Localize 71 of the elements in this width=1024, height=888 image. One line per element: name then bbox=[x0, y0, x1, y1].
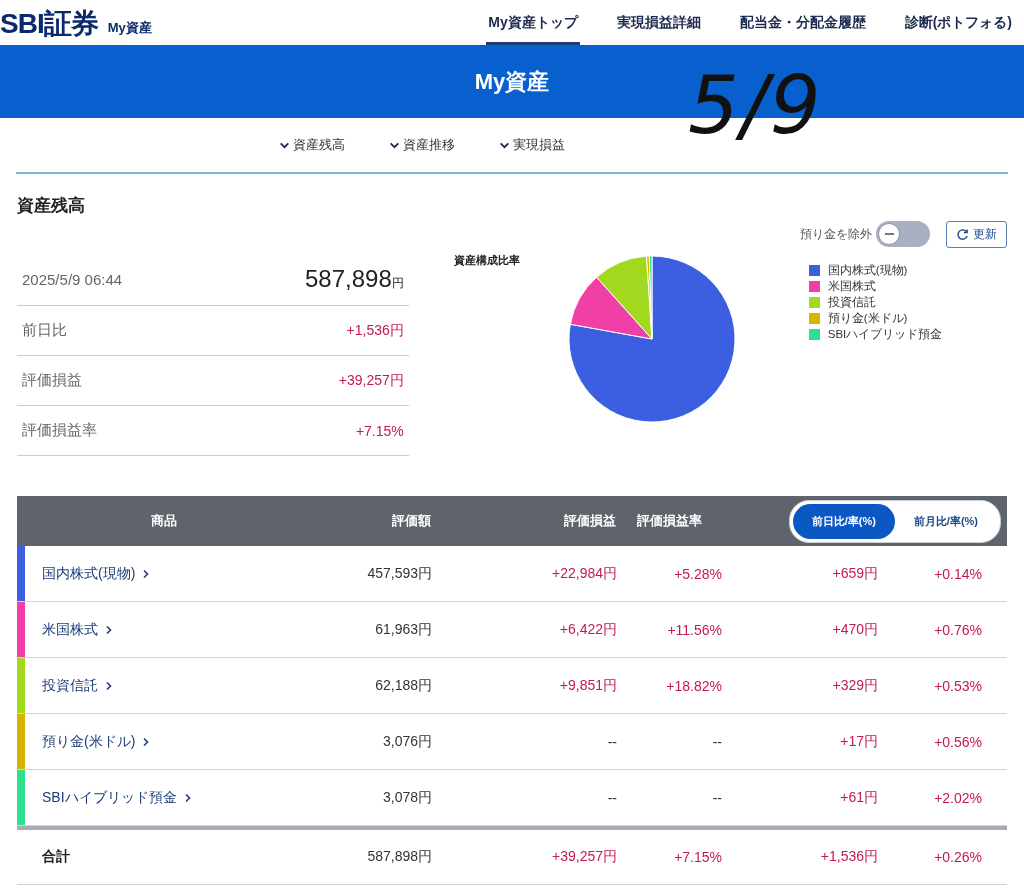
legend-label: 預り金(米ドル) bbox=[827, 311, 908, 325]
table-cell-text: +659円 bbox=[831, 564, 878, 583]
table-cell-text: +9,851円 bbox=[558, 676, 617, 695]
table-cell-text: +6,422円 bbox=[558, 620, 617, 639]
nav-tab[interactable]: 実現損益詳細 bbox=[614, 0, 703, 45]
chevron-right-icon bbox=[104, 679, 114, 692]
table-cell-text: +470円 bbox=[831, 620, 878, 639]
logo-text: SBI証券 bbox=[0, 9, 98, 39]
category-link[interactable]: 預り金(米ドル) bbox=[42, 732, 152, 751]
category-link[interactable]: 米国株式 bbox=[42, 620, 114, 639]
column-header: 商品 bbox=[149, 512, 178, 530]
table-cell-text: +1,536円 bbox=[819, 848, 878, 866]
summary-label: 評価損益率 bbox=[22, 421, 97, 440]
table-cell-text: +39,257円 bbox=[551, 848, 617, 866]
nav-tab[interactable]: 配当金・分配金履歴 bbox=[737, 0, 868, 45]
table-cell-text: -- bbox=[606, 733, 617, 750]
legend-label: 米国株式 bbox=[827, 279, 876, 293]
table-cell-text: +2.02% bbox=[933, 789, 982, 806]
table-cell-text: +0.76% bbox=[933, 621, 982, 638]
timestamp: 2025/5/9 06:44 bbox=[22, 270, 123, 288]
table-cell-text: +0.53% bbox=[933, 677, 982, 694]
table-cell-text: 3,076円 bbox=[381, 732, 432, 751]
category-link[interactable]: SBIハイブリッド預金 bbox=[42, 788, 193, 807]
table-cell-text: 457,593円 bbox=[366, 564, 432, 583]
column-header: 評価損益率 bbox=[636, 512, 703, 530]
segment-tab[interactable]: 前日比/率(%) bbox=[792, 503, 895, 539]
column-header: 評価損益 bbox=[562, 512, 617, 530]
table-cell-text: +0.26% bbox=[933, 849, 982, 865]
logo-subtitle: My資産 bbox=[107, 19, 152, 37]
anchor-link[interactable]: 資産推移 bbox=[389, 136, 455, 154]
page-title: My資産 bbox=[474, 67, 550, 96]
total-amount: 587,898円 bbox=[305, 265, 404, 293]
table-cell-text: +22,984円 bbox=[551, 564, 617, 583]
toggle-label: 預り金を除外 bbox=[800, 225, 872, 243]
legend-label: 国内株式(現物) bbox=[827, 263, 908, 277]
table-cell-text: 61,963円 bbox=[374, 620, 432, 639]
legend-label: SBIハイブリッド預金 bbox=[827, 327, 943, 341]
toggle-switch[interactable] bbox=[876, 221, 930, 247]
column-header: 評価額 bbox=[390, 512, 432, 530]
table-cell-text: 3,078円 bbox=[381, 788, 432, 807]
table-cell-text: +329円 bbox=[831, 676, 878, 695]
table-cell-text: +17円 bbox=[839, 732, 878, 751]
chevron-right-icon bbox=[104, 623, 114, 636]
category-link[interactable]: 投資信託 bbox=[42, 676, 114, 695]
summary-value: +7.15% bbox=[355, 422, 404, 439]
category-link[interactable]: 国内株式(現物) bbox=[42, 564, 152, 583]
anchor-link[interactable]: 資産残高 bbox=[279, 136, 345, 154]
table-cell-text: -- bbox=[711, 789, 722, 806]
summary-label: 前日比 bbox=[22, 321, 67, 340]
table-cell-text: -- bbox=[711, 733, 722, 750]
table-cell-text: +0.56% bbox=[933, 733, 982, 750]
table-cell-text: 62,188円 bbox=[374, 676, 432, 695]
summary-label: 評価損益 bbox=[22, 371, 82, 390]
summary-value: +39,257円 bbox=[338, 371, 404, 390]
section-title: 資産残高 bbox=[17, 195, 85, 217]
summary-value: +1,536円 bbox=[346, 321, 404, 340]
refresh-button[interactable]: 更新 bbox=[946, 220, 1007, 248]
table-cell-text: -- bbox=[606, 789, 617, 806]
anchor-link[interactable]: 実現損益 bbox=[499, 136, 565, 154]
legend-label: 投資信託 bbox=[827, 295, 876, 309]
total-label: 合計 bbox=[41, 848, 71, 866]
nav-tab[interactable]: 診断(ポトフォる) bbox=[902, 0, 1014, 45]
table-cell-text: +61円 bbox=[839, 788, 878, 807]
table-cell-text: +18.82% bbox=[665, 677, 722, 694]
chart-title: 資産構成比率 bbox=[453, 253, 520, 268]
refresh-icon bbox=[956, 227, 969, 241]
table-cell-text: +5.28% bbox=[673, 565, 722, 582]
table-cell-text: 587,898円 bbox=[366, 848, 432, 866]
table-cell-text: +0.14% bbox=[933, 565, 982, 582]
table-cell-text: +11.56% bbox=[666, 621, 722, 638]
table-cell-text: +7.15% bbox=[673, 849, 722, 865]
